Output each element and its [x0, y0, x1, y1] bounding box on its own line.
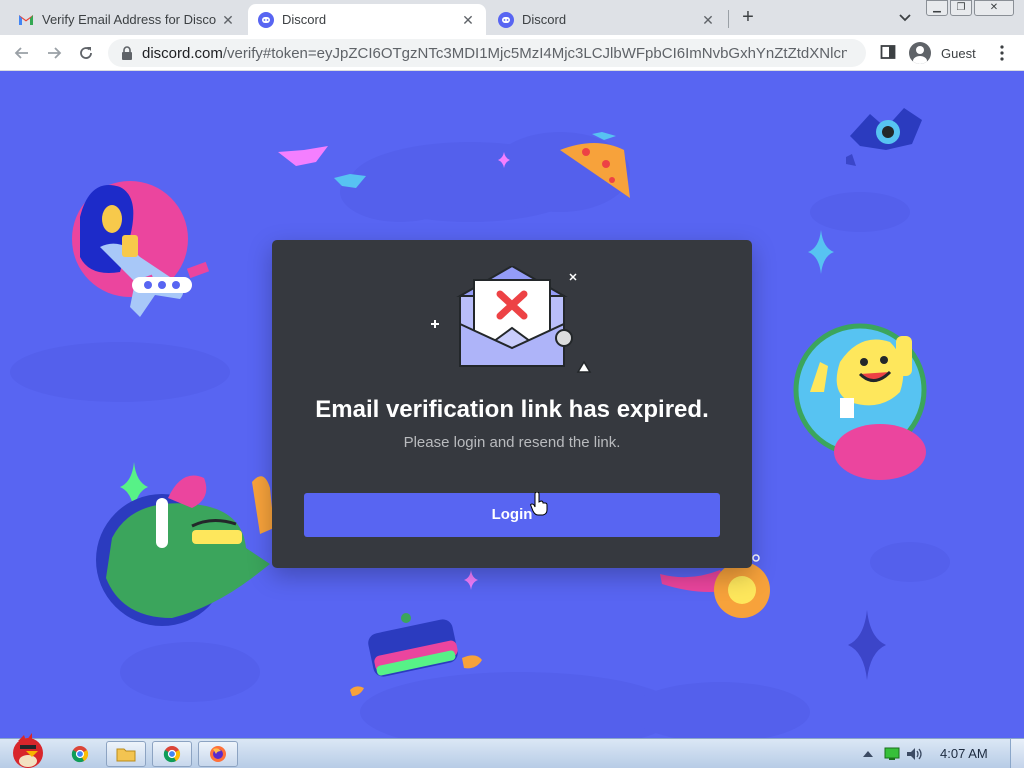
sparkle-icon	[464, 570, 478, 590]
modal-heading: Email verification link has expired.	[315, 396, 709, 423]
browser-tabstrip: Verify Email Address for Disco ✕ Discord…	[0, 0, 1024, 35]
show-desktop-button[interactable]	[1010, 739, 1024, 768]
network-icon[interactable]	[884, 747, 900, 761]
close-icon[interactable]: ✕	[460, 12, 476, 28]
discord-icon	[258, 11, 274, 28]
taskbar-clock[interactable]: 4:07 AM	[940, 746, 988, 761]
chevron-down-icon	[899, 14, 911, 22]
green-creature-illustration	[96, 475, 274, 626]
address-bar[interactable]: discord.com/verify#token=eyJpZCI6OTgzNTc…	[108, 39, 866, 67]
profile-label: Guest	[941, 45, 976, 61]
browser-toolbar: discord.com/verify#token=eyJpZCI6OTgzNTc…	[0, 35, 1024, 71]
discord-verify-page: Email verification link has expired. Ple…	[0, 72, 1024, 738]
lock-icon[interactable]	[120, 46, 134, 60]
explorer-taskbar-button[interactable]	[106, 741, 146, 767]
reload-icon	[80, 47, 92, 59]
window-controls: ▁ ❐ ✕	[926, 0, 1014, 16]
tab-discord[interactable]: Discord ✕	[488, 4, 726, 35]
browser-menu-button[interactable]	[994, 44, 1010, 62]
tab-title: Discord	[282, 12, 327, 27]
paper-birds-illustration	[278, 146, 366, 188]
envelope-error-icon	[431, 266, 592, 373]
sparkle-icon	[848, 610, 886, 680]
tab-title: Verify Email Address for Disco	[42, 12, 217, 27]
minimize-button[interactable]: ▁	[926, 0, 948, 16]
verification-expired-modal: Email verification link has expired. Ple…	[272, 240, 752, 568]
maximize-button[interactable]: ❐	[950, 0, 972, 16]
sparkle-icon	[808, 230, 834, 274]
tray-expand-icon[interactable]	[862, 749, 874, 759]
url-path: /verify#token=eyJpZCI6OTgzNTc3MDI1Mjc5Mz…	[222, 44, 847, 62]
start-button-angry-bird-icon[interactable]	[4, 731, 48, 768]
chrome-icon	[71, 746, 89, 763]
side-panel-icon	[880, 45, 896, 59]
side-panel-button[interactable]	[880, 44, 896, 60]
volume-icon[interactable]	[906, 747, 924, 761]
windows-taskbar: 4:07 AM	[0, 733, 1024, 768]
login-button[interactable]: Login	[304, 493, 720, 537]
chrome-quicklaunch[interactable]	[60, 741, 100, 767]
firefox-icon	[210, 746, 226, 762]
close-icon[interactable]: ✕	[220, 12, 236, 28]
gmail-icon	[18, 12, 34, 28]
guest-avatar-icon	[909, 42, 931, 64]
tab-search-button[interactable]	[896, 8, 914, 26]
window-close-button[interactable]: ✕	[974, 0, 1014, 16]
chrome-icon	[163, 746, 181, 763]
forward-button[interactable]	[44, 43, 64, 63]
profile-button[interactable]: Guest	[906, 39, 984, 67]
tab-title: Discord	[522, 12, 567, 27]
close-icon[interactable]: ✕	[700, 12, 716, 28]
girl-character-illustration	[72, 181, 210, 317]
new-tab-button[interactable]: +	[736, 6, 760, 30]
url-text: discord.com/verify#token=eyJpZCI6OTgzNTc…	[142, 45, 847, 62]
arrow-left-icon	[14, 47, 28, 59]
chrome-taskbar-button[interactable]	[152, 741, 192, 767]
sparkle-icon	[498, 152, 510, 168]
url-host: discord.com	[142, 44, 223, 62]
game-console-illustration	[350, 613, 482, 696]
folder-icon	[116, 748, 136, 762]
discord-icon	[498, 11, 514, 28]
tab-verify-email[interactable]: Verify Email Address for Disco ✕	[8, 4, 246, 35]
reload-button[interactable]	[76, 43, 96, 63]
arrow-right-icon	[48, 47, 62, 59]
tab-separator	[728, 10, 729, 28]
tab-discord-active[interactable]: Discord ✕	[248, 4, 486, 35]
bat-creature-illustration	[846, 108, 922, 166]
pizza-slice-illustration	[560, 132, 630, 198]
modal-subtext: Please login and resend the link.	[403, 434, 621, 451]
hand-cursor-icon	[530, 492, 548, 516]
back-button[interactable]	[12, 43, 32, 63]
yellow-character-illustration	[793, 323, 927, 480]
firefox-taskbar-button[interactable]	[198, 741, 238, 767]
kebab-menu-icon	[1000, 45, 1004, 61]
